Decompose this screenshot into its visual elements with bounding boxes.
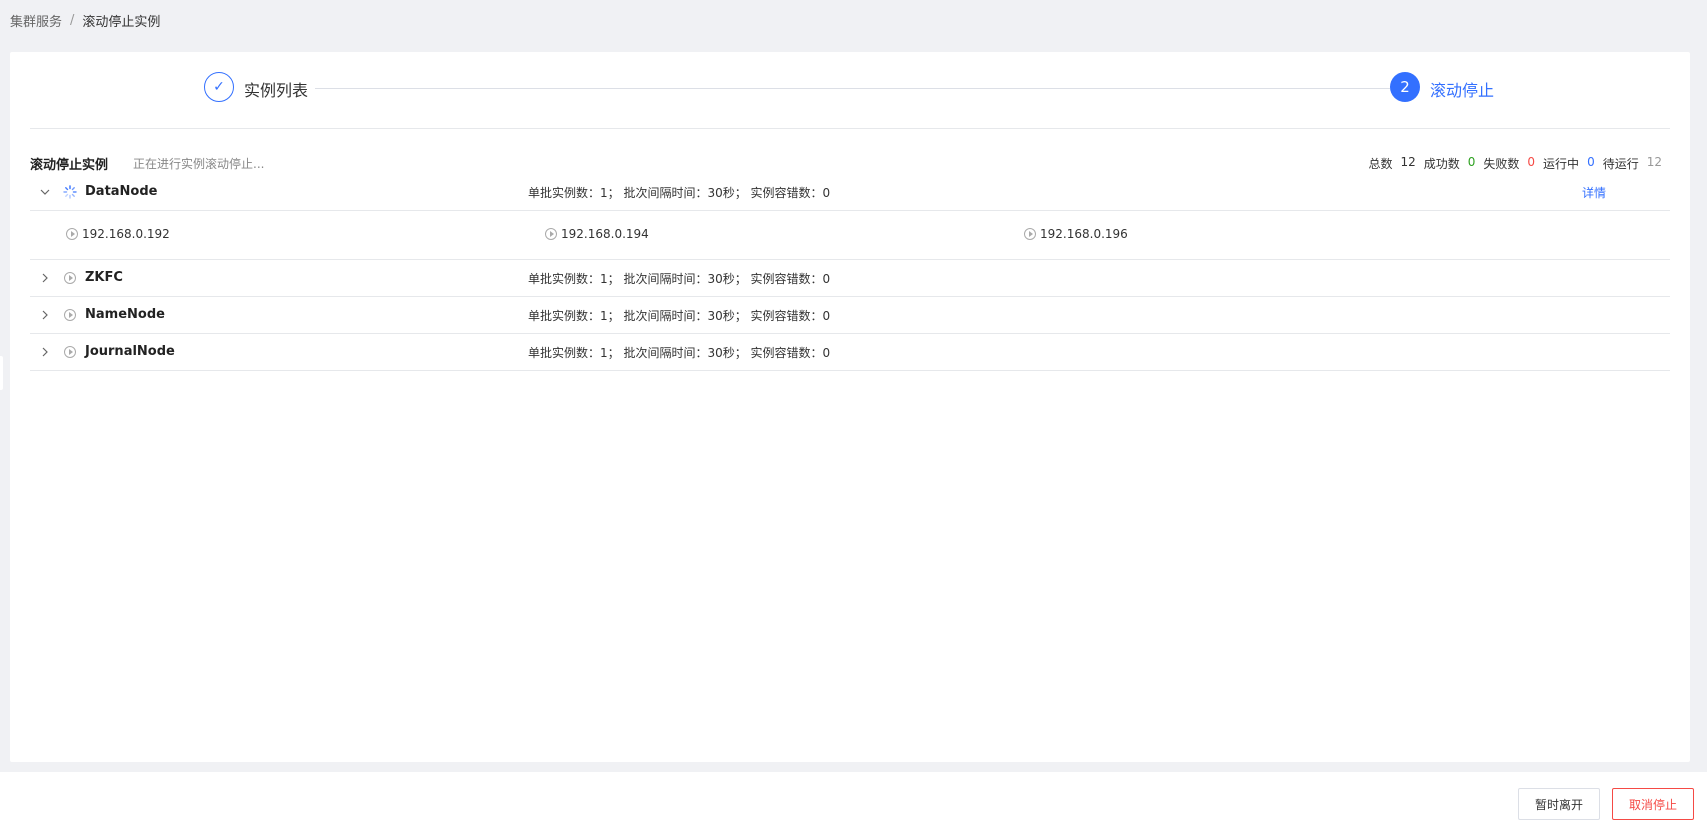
stat-fail-label: 失败数 — [1483, 157, 1520, 171]
step-instance-list-label: 实例列表 — [244, 81, 309, 100]
group-name: DataNode — [85, 184, 158, 199]
instance-item: 192.168.0.194 — [545, 227, 649, 241]
group-meta: 单批实例数：1； 批次间隔时间：30秒； 实例容错数：0 — [528, 272, 831, 286]
instance-item: 192.168.0.192 — [66, 227, 170, 241]
group-name: ZKFC — [85, 270, 123, 285]
section-subtitle: 正在进行实例滚动停止... — [133, 157, 265, 171]
stats-summary: 总数 12 成功数 0 失败数 0 运行中 0 待运行 12 — [1368, 155, 1662, 172]
side-collapse-handle[interactable] — [0, 356, 3, 390]
chevron-right-icon[interactable] — [38, 271, 52, 285]
group-row-namenode[interactable]: NameNode 单批实例数：1； 批次间隔时间：30秒； 实例容错数：0 — [30, 297, 1670, 334]
stat-pending-label: 待运行 — [1602, 157, 1639, 171]
loading-spinner-icon — [63, 185, 77, 199]
group-name: NameNode — [85, 307, 165, 322]
leave-temporarily-button[interactable]: 暂时离开 — [1518, 788, 1600, 820]
instance-ip: 192.168.0.194 — [561, 227, 649, 241]
footer-bar: 暂时离开 取消停止 — [0, 772, 1707, 828]
group-meta: 单批实例数：1； 批次间隔时间：30秒； 实例容错数：0 — [528, 186, 831, 200]
play-circle-icon — [66, 228, 78, 240]
stat-total-value: 12 — [1400, 155, 1416, 169]
group-row-datanode[interactable]: DataNode 单批实例数：1； 批次间隔时间：30秒； 实例容错数：0 详情 — [30, 174, 1670, 211]
group-meta: 单批实例数：1； 批次间隔时间：30秒； 实例容错数：0 — [528, 309, 831, 323]
breadcrumb: 集群服务 / 滚动停止实例 — [10, 11, 160, 30]
group-meta: 单批实例数：1； 批次间隔时间：30秒； 实例容错数：0 — [528, 346, 831, 360]
stat-success-value: 0 — [1467, 155, 1476, 169]
instance-ip: 192.168.0.196 — [1040, 227, 1128, 241]
instance-list-datanode: 192.168.0.192 192.168.0.194 192.168.0.19… — [30, 211, 1670, 260]
instance-ip: 192.168.0.192 — [82, 227, 170, 241]
cancel-stop-button[interactable]: 取消停止 — [1612, 788, 1694, 820]
step-connector — [315, 88, 1390, 89]
stat-running-value: 0 — [1587, 155, 1595, 169]
play-circle-icon — [545, 228, 557, 240]
play-circle-icon — [63, 345, 77, 359]
step-rolling-stop-label: 滚动停止 — [1430, 81, 1495, 100]
detail-link[interactable]: 详情 — [1582, 184, 1606, 201]
stat-fail-value: 0 — [1527, 155, 1536, 169]
stat-success-label: 成功数 — [1423, 157, 1460, 171]
chevron-right-icon[interactable] — [38, 308, 52, 322]
play-circle-icon — [1024, 228, 1036, 240]
stat-total-label: 总数 — [1368, 157, 1393, 171]
breadcrumb-parent[interactable]: 集群服务 — [10, 11, 62, 30]
breadcrumb-separator: / — [70, 13, 75, 28]
main-card: ✓ 实例列表 2 滚动停止 滚动停止实例 正在进行实例滚动停止... 总数 12… — [10, 52, 1690, 762]
group-row-zkfc[interactable]: ZKFC 单批实例数：1； 批次间隔时间：30秒； 实例容错数：0 — [30, 260, 1670, 297]
breadcrumb-current: 滚动停止实例 — [82, 15, 161, 30]
check-icon: ✓ — [204, 72, 234, 102]
chevron-right-icon[interactable] — [38, 345, 52, 359]
stat-pending-value: 12 — [1646, 155, 1662, 169]
play-circle-icon — [63, 308, 77, 322]
group-row-journalnode[interactable]: JournalNode 单批实例数：1； 批次间隔时间：30秒； 实例容错数：0 — [30, 334, 1670, 371]
rolling-groups-table: DataNode 单批实例数：1； 批次间隔时间：30秒； 实例容错数：0 详情… — [30, 174, 1670, 371]
group-name: JournalNode — [85, 344, 175, 359]
step-2-index: 2 — [1390, 72, 1420, 102]
chevron-down-icon[interactable] — [38, 185, 52, 199]
play-circle-icon — [63, 271, 77, 285]
instance-item: 192.168.0.196 — [1024, 227, 1128, 241]
steps: ✓ 实例列表 2 滚动停止 — [30, 52, 1670, 129]
stat-running-label: 运行中 — [1543, 157, 1580, 171]
section-title: 滚动停止实例 — [30, 158, 109, 173]
